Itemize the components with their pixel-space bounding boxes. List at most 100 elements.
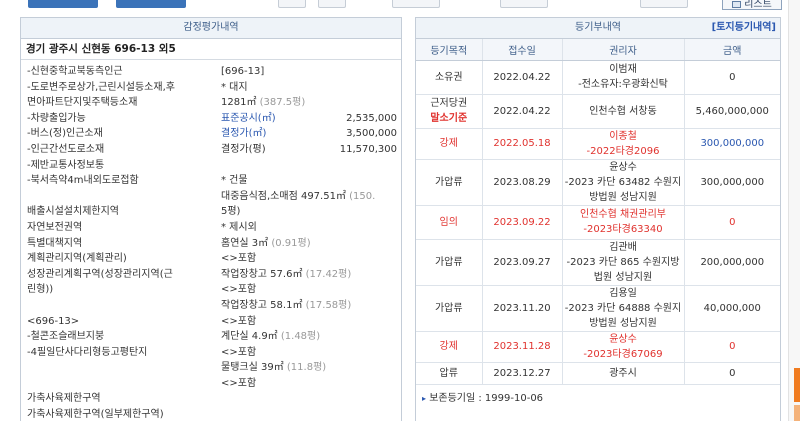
extra-item: 물탱크실 39㎡ (11.8평) [221, 360, 401, 376]
base-right-badge: 말소기준 [430, 113, 468, 124]
registry-row: 가압류 2023.11.20 김용일 -2023 카단 64888 수원지 방법원 성남… [416, 285, 780, 332]
registry-purpose-text: 강제 [439, 341, 458, 352]
location-line: -인근간선도로소재 [27, 143, 105, 155]
top-small-button-3[interactable] [392, 0, 440, 8]
location-line: <696-13> [27, 315, 80, 327]
land-area: 1281㎡ (387.5평) [221, 95, 401, 111]
registry-holder-line: 광주시 [609, 367, 637, 379]
registry-holder-line: -2023 카단 865 수원지방 [566, 256, 680, 268]
building-desc-cont: 5평) [221, 206, 241, 218]
registry-holder-line: 이범재 [609, 64, 637, 75]
registry-amount: 300,000,000 [684, 128, 780, 160]
extra-item: 작업장창고 57.6㎡ (17.42평) [221, 267, 401, 283]
extra-item-note: <>포함 [221, 284, 257, 296]
registry-purpose: 가압류 [416, 285, 483, 332]
bullet-arrow-icon: ▸ [422, 393, 427, 403]
extra-item-name: 계단실 4.9㎡ [221, 331, 278, 343]
registry-amount: 0 [684, 60, 780, 95]
appraisal-panel: 감정평가내역 경기 광주시 신현동 696-13 외5 -신현중학교북동측인근 -… [20, 17, 402, 421]
extra-item-pyeong: (1.48평) [280, 331, 321, 343]
registry-holder-line: -전소유자:우광화신탁 [578, 79, 668, 90]
extra-item-pyeong: (11.8평) [286, 362, 327, 374]
location-line: -도로변주로상가,근린시설등소재,후 [27, 81, 175, 93]
registry-row: 압류 2023.12.27 광주시 0 [416, 362, 780, 385]
top-small-button-4[interactable] [500, 0, 548, 8]
registry-holder-line: -2023 카단 64888 수원지 [564, 302, 682, 314]
registry-holder: 이범재 -전소유자:우광화신탁 [562, 60, 685, 95]
registry-row: 가압류 2023.08.29 윤상수 -2023 카단 63482 수원지 방법원 성남… [416, 159, 780, 206]
registry-purpose-text: 소유권 [434, 71, 463, 83]
list-button[interactable]: 리스트 [722, 0, 782, 10]
extra-item-name: 홈연실 3㎡ [221, 237, 269, 249]
registry-amount: 0 [684, 331, 780, 363]
preserve-date-text: 보존등기일 : 1999-10-06 [429, 392, 544, 404]
registry-amount: 5,460,000,000 [684, 94, 780, 129]
top-small-button-2[interactable] [318, 0, 346, 8]
lot-number: [696-13] [221, 66, 265, 77]
land-registry-link[interactable]: [토지등기내역] [712, 18, 776, 38]
registry-purpose-text: 강제 [439, 138, 458, 149]
registry-date: 2023.09.27 [482, 239, 563, 286]
top-small-button-1[interactable] [278, 0, 306, 8]
extra-item-pyeong: (17.58평) [305, 299, 352, 311]
registry-date: 2023.12.27 [482, 362, 563, 385]
registry-holder-line: 인천수협 서창동 [589, 105, 657, 117]
registry-holder-line: 방법원 성남지원 [589, 191, 657, 203]
top-tab-button-2[interactable] [116, 0, 186, 8]
registry-holder: 광주시 [562, 362, 685, 385]
building-desc: 대중음식점,소매점 497.51㎡ (150. [221, 189, 401, 205]
registry-holder-line: 김관배 [609, 241, 637, 253]
registry-holder: 인천수협 채권관리부 -2023타경63340 [562, 205, 685, 240]
registry-amount: 40,000,000 [684, 285, 780, 332]
extra-item-note: <>포함 [221, 346, 257, 358]
location-line [27, 360, 227, 376]
location-line: 린형)) [27, 284, 54, 296]
location-line: -버스(정)인근소재 [27, 128, 103, 140]
registry-row: 근저당권 말소기준 2022.04.22 인천수협 서창동 5,460,000,000 [416, 94, 780, 129]
extra-item: 홈연실 3㎡ (0.91평) [221, 236, 401, 252]
registry-date: 2023.08.29 [482, 159, 563, 206]
building-section-label: * 건물 [221, 175, 248, 187]
registry-table: 등기목적 접수일 권리자 금액 소유권 2022.04.22 이범재 -전소유자:우광… [416, 39, 780, 385]
land-section-label: * 대지 [221, 81, 248, 93]
registry-header-row: 등기목적 접수일 권리자 금액 [416, 39, 780, 61]
extra-item-name: 물탱크실 39㎡ [221, 362, 284, 374]
registry-purpose-text: 임의 [439, 216, 458, 228]
extra-item-note: <>포함 [221, 377, 257, 389]
top-toolbar: 리스트 [0, 0, 800, 10]
col-amount: 금액 [684, 39, 780, 61]
extra-item-note: <>포함 [221, 253, 257, 265]
registry-holder-line: -2023타경67069 [583, 348, 663, 360]
registry-panel-header: 등기부내역 [토지등기내역] [416, 18, 780, 39]
side-floating-tab-2[interactable] [794, 405, 800, 421]
top-tab-button-1[interactable] [28, 0, 98, 8]
registry-purpose-text: 가압류 [434, 256, 463, 268]
registry-holder: 윤상수 -2023타경67069 [562, 331, 685, 363]
col-holder: 권리자 [562, 39, 685, 61]
registry-date: 2023.11.20 [482, 285, 563, 332]
appraised-price-row: 결정가(㎡) 3,500,000 [221, 126, 401, 142]
registry-holder-line: -2023 카단 63482 수원지 [564, 176, 682, 188]
registry-holder-line: -2023타경63340 [583, 224, 663, 235]
registry-panel-title: 등기부내역 [575, 22, 621, 33]
registry-holder-line: 법원 성남지원 [593, 271, 653, 283]
extra-item-note: <>포함 [221, 315, 257, 327]
registry-row: 강제 2022.05.18 이종철 -2022타경2096 300,000,000 [416, 128, 780, 160]
registry-amount: 0 [684, 362, 780, 385]
registry-holder-line: 윤상수 [609, 333, 637, 345]
side-floating-tab[interactable] [794, 368, 800, 402]
col-purpose: 등기목적 [416, 39, 483, 61]
extra-section-label: * 제시외 [221, 221, 257, 233]
location-line [27, 298, 227, 314]
registry-holder-line: 윤상수 [609, 161, 637, 173]
appraised-pyeong-label: 결정가(평) [221, 143, 266, 155]
page-scrollbar[interactable] [788, 0, 800, 421]
registry-holder-line: 인천수협 채권관리부 [580, 209, 666, 220]
location-line: -차량출입가능 [27, 112, 86, 124]
appraised-pyeong-value: 11,570,300 [339, 143, 397, 155]
registry-purpose-text: 가압류 [434, 302, 463, 314]
list-icon [732, 1, 742, 8]
top-small-button-5[interactable] [640, 0, 688, 8]
registry-holder-line: 이종철 [609, 130, 637, 142]
registry-holder: 김관배 -2023 카단 865 수원지방법원 성남지원 [562, 239, 685, 286]
